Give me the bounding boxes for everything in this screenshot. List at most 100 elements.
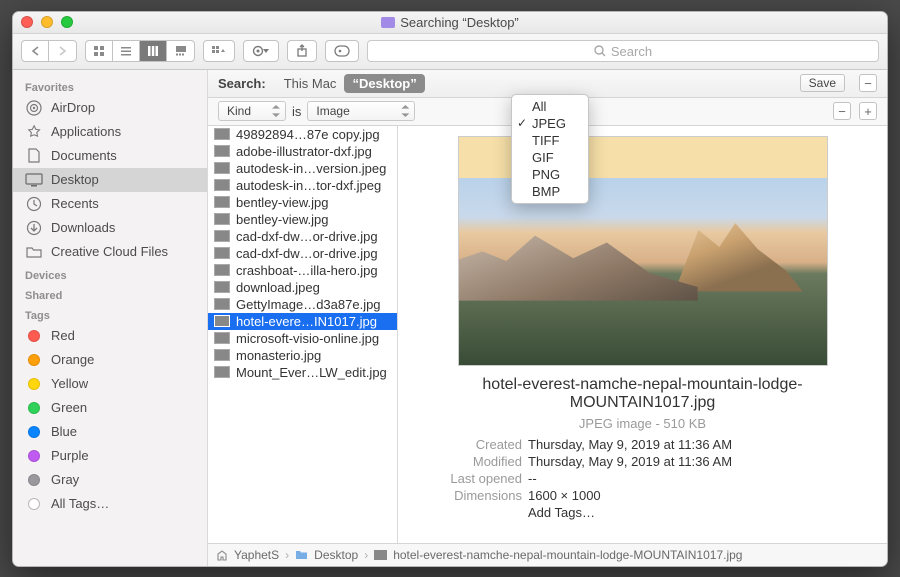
- close-window-button[interactable]: [21, 16, 33, 28]
- sidebar-tag-red[interactable]: Red: [13, 324, 207, 348]
- sidebar-tag-yellow[interactable]: Yellow: [13, 372, 207, 396]
- file-row[interactable]: cad-dxf-dw…or-drive.jpg: [208, 228, 397, 245]
- file-thumb-icon: [214, 298, 230, 310]
- view-icon-button[interactable]: [86, 41, 113, 61]
- file-row[interactable]: bentley-view.jpg: [208, 194, 397, 211]
- minimize-window-button[interactable]: [41, 16, 53, 28]
- sidebar-tag-green[interactable]: Green: [13, 396, 207, 420]
- search-field[interactable]: Search: [367, 40, 879, 62]
- file-row[interactable]: crashboat-…illa-hero.jpg: [208, 262, 397, 279]
- sidebar-tag-blue[interactable]: Blue: [13, 420, 207, 444]
- tag-dot-icon: [25, 399, 43, 417]
- file-thumb-icon: [214, 196, 230, 208]
- dropdown-option[interactable]: JPEG: [512, 115, 588, 132]
- tag-dot-icon: [25, 351, 43, 369]
- sidebar-tag-gray[interactable]: Gray: [13, 468, 207, 492]
- view-list-button[interactable]: [113, 41, 140, 61]
- sidebar-item-desktop[interactable]: Desktop: [13, 168, 207, 192]
- criteria-val-select[interactable]: Image: [307, 101, 415, 121]
- path-folder[interactable]: Desktop: [314, 548, 358, 562]
- applications-icon: [25, 123, 43, 141]
- criteria-dropdown[interactable]: AllJPEGTIFFGIFPNGBMP: [511, 94, 589, 204]
- view-columns-button[interactable]: [140, 41, 167, 61]
- sidebar-tag-purple[interactable]: Purple: [13, 444, 207, 468]
- file-row[interactable]: Mount_Ever…LW_edit.jpg: [208, 364, 397, 381]
- criteria-attr-select[interactable]: Kind: [218, 101, 286, 121]
- file-row[interactable]: microsoft-visio-online.jpg: [208, 330, 397, 347]
- nav-buttons: [21, 40, 77, 62]
- sidebar-item-creative-cloud[interactable]: Creative Cloud Files: [13, 240, 207, 264]
- arrange-button[interactable]: [203, 40, 235, 62]
- file-thumb-icon: [214, 264, 230, 276]
- search-scope: This Mac “Desktop”: [276, 74, 425, 93]
- sidebar-favorites-header: Favorites: [13, 76, 207, 96]
- forward-button[interactable]: [49, 41, 76, 61]
- desktop-icon: [25, 171, 43, 189]
- criteria-add-button[interactable]: +: [859, 102, 877, 120]
- folder-icon: [25, 243, 43, 261]
- file-row[interactable]: autodesk-in…version.jpeg: [208, 160, 397, 177]
- home-icon: [216, 549, 228, 561]
- file-row[interactable]: monasterio.jpg: [208, 347, 397, 364]
- sidebar-tags-header: Tags: [13, 304, 207, 324]
- file-row[interactable]: download.jpeg: [208, 279, 397, 296]
- preview-metadata: CreatedThursday, May 9, 2019 at 11:36 AM…: [412, 437, 873, 520]
- file-thumb-icon: [214, 366, 230, 378]
- airdrop-icon: [25, 99, 43, 117]
- image-icon: [374, 550, 387, 560]
- file-thumb-icon: [214, 247, 230, 259]
- dropdown-option[interactable]: GIF: [512, 149, 588, 166]
- preview-filetype: JPEG image - 510 KB: [412, 416, 873, 431]
- sidebar-item-recents[interactable]: Recents: [13, 192, 207, 216]
- tags-button[interactable]: [325, 40, 359, 62]
- path-file[interactable]: hotel-everest-namche-nepal-mountain-lodg…: [393, 548, 742, 562]
- window-title-text: Searching “Desktop”: [400, 15, 519, 30]
- recents-icon: [25, 195, 43, 213]
- file-row[interactable]: 49892894…87e copy.jpg: [208, 126, 397, 143]
- add-tags-link[interactable]: Add Tags…: [528, 505, 873, 520]
- save-search-button[interactable]: Save: [800, 74, 845, 92]
- file-row[interactable]: hotel-evere…IN1017.jpg: [208, 313, 397, 330]
- dropdown-option[interactable]: BMP: [512, 183, 588, 200]
- sidebar-all-tags[interactable]: All Tags…: [13, 492, 207, 516]
- file-row[interactable]: adobe-illustrator-dxf.jpg: [208, 143, 397, 160]
- path-user[interactable]: YaphetS: [234, 548, 279, 562]
- sidebar-item-documents[interactable]: Documents: [13, 144, 207, 168]
- file-row[interactable]: bentley-view.jpg: [208, 211, 397, 228]
- sidebar-item-applications[interactable]: Applications: [13, 120, 207, 144]
- sidebar-item-downloads[interactable]: Downloads: [13, 216, 207, 240]
- view-gallery-button[interactable]: [167, 41, 194, 61]
- back-button[interactable]: [22, 41, 49, 61]
- dropdown-option[interactable]: TIFF: [512, 132, 588, 149]
- scope-this-mac[interactable]: This Mac: [276, 74, 345, 93]
- sidebar-item-airdrop[interactable]: AirDrop: [13, 96, 207, 120]
- tag-dot-icon: [25, 327, 43, 345]
- file-row[interactable]: autodesk-in…tor-dxf.jpeg: [208, 177, 397, 194]
- search-icon: [594, 45, 606, 57]
- sidebar-tag-orange[interactable]: Orange: [13, 348, 207, 372]
- path-bar: YaphetS› Desktop› hotel-everest-namche-n…: [208, 543, 887, 566]
- window-title: Searching “Desktop”: [13, 15, 887, 30]
- file-row[interactable]: GettyImage…d3a87e.jpg: [208, 296, 397, 313]
- file-row[interactable]: cad-dxf-dw…or-drive.jpg: [208, 245, 397, 262]
- file-thumb-icon: [214, 281, 230, 293]
- scope-desktop[interactable]: “Desktop”: [344, 74, 424, 93]
- dropdown-option[interactable]: PNG: [512, 166, 588, 183]
- file-thumb-icon: [214, 349, 230, 361]
- folder-icon: [295, 550, 308, 560]
- file-column[interactable]: 49892894…87e copy.jpgadobe-illustrator-d…: [208, 126, 398, 543]
- action-button[interactable]: [243, 40, 279, 62]
- smart-folder-icon: [381, 17, 395, 28]
- preview-pane: hotel-everest-namche-nepal-mountain-lodg…: [398, 126, 887, 543]
- view-buttons: [85, 40, 195, 62]
- share-button[interactable]: [287, 40, 317, 62]
- zoom-window-button[interactable]: [61, 16, 73, 28]
- search-placeholder: Search: [611, 44, 652, 59]
- criteria-row: Kind is Image AllJPEGTIFFGIFPNGBMP − +: [208, 98, 887, 126]
- dropdown-option[interactable]: All: [512, 98, 588, 115]
- file-thumb-icon: [214, 315, 230, 327]
- remove-search-button[interactable]: −: [859, 74, 877, 92]
- criteria-remove-button[interactable]: −: [833, 102, 851, 120]
- toolbar: Search: [13, 34, 887, 70]
- file-thumb-icon: [214, 179, 230, 191]
